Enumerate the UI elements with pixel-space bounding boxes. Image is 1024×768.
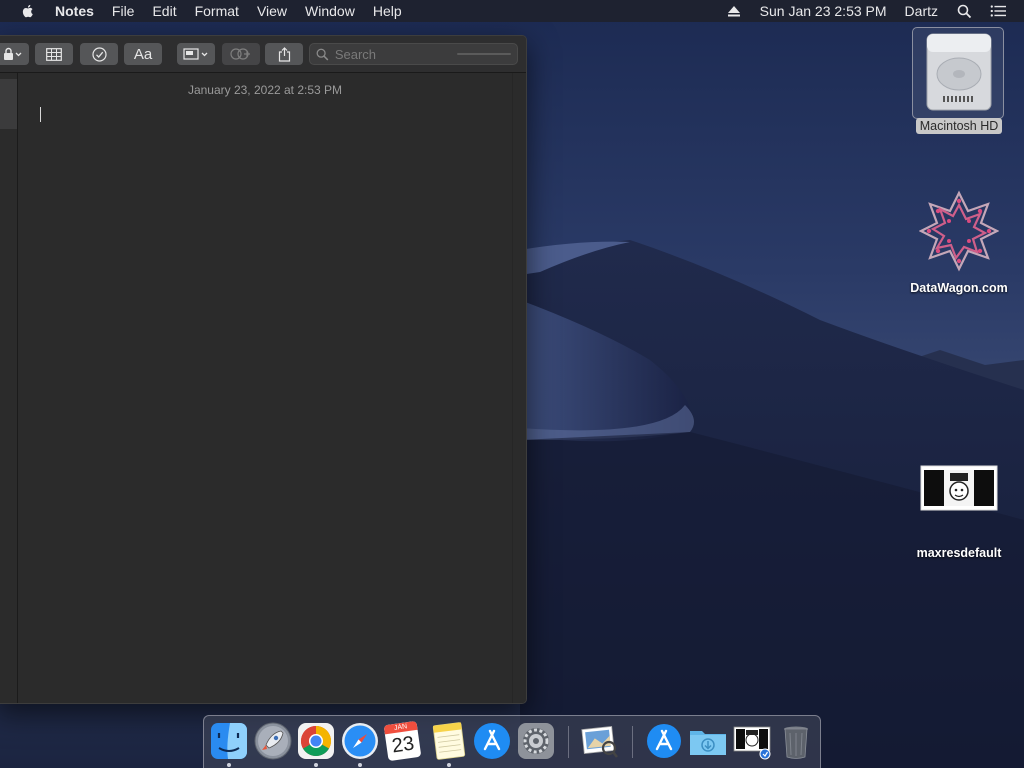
selected-note-row[interactable] bbox=[0, 79, 17, 129]
desktop-icon-label: Macintosh HD bbox=[915, 118, 1003, 134]
dock-trash[interactable] bbox=[776, 721, 816, 761]
calendar-day: 23 bbox=[390, 732, 416, 758]
note-editor[interactable]: January 23, 2022 at 2:53 PM bbox=[18, 73, 512, 703]
search-field-indicator bbox=[456, 53, 511, 55]
format-button[interactable]: Aa bbox=[124, 43, 162, 65]
table-icon bbox=[46, 47, 62, 61]
running-indicator bbox=[358, 763, 362, 767]
menu-view[interactable]: View bbox=[248, 0, 296, 22]
dock-app-store[interactable] bbox=[472, 721, 512, 761]
spotlight-search-icon[interactable] bbox=[956, 3, 972, 19]
notes-app-icon bbox=[432, 722, 466, 760]
calendar-icon: JAN 23 bbox=[383, 720, 422, 762]
desktop-icon-datawagon[interactable]: DataWagon.com bbox=[904, 188, 1014, 297]
search-icon bbox=[316, 48, 329, 60]
menu-help[interactable]: Help bbox=[364, 0, 411, 22]
dock-image-stack[interactable] bbox=[732, 721, 772, 761]
dock-system-preferences[interactable] bbox=[516, 721, 556, 761]
launchpad-rocket-icon bbox=[254, 722, 292, 760]
chrome-icon bbox=[298, 723, 334, 759]
lock-button[interactable] bbox=[0, 43, 29, 65]
gear-icon bbox=[518, 723, 554, 759]
dock-launchpad[interactable] bbox=[253, 721, 293, 761]
apple-menu-icon[interactable] bbox=[20, 3, 36, 19]
checklist-button[interactable] bbox=[80, 43, 118, 65]
desktop-icon-macintosh-hd[interactable]: Macintosh HD bbox=[904, 30, 1014, 135]
datawagon-logo-icon bbox=[918, 190, 1000, 272]
app-menu-notes[interactable]: Notes bbox=[46, 0, 103, 22]
finder-icon bbox=[211, 723, 247, 759]
checkmark-circle-icon bbox=[91, 46, 107, 62]
collaborate-button[interactable] bbox=[222, 43, 260, 65]
dock-calendar[interactable]: JAN 23 bbox=[383, 720, 423, 762]
desktop-icon-label: DataWagon.com bbox=[910, 281, 1008, 295]
desktop-icon-label: maxresdefault bbox=[916, 546, 1002, 560]
running-indicator bbox=[227, 763, 231, 767]
search-field[interactable] bbox=[309, 43, 518, 65]
image-stack-icon bbox=[733, 726, 771, 760]
notes-toolbar: Aa bbox=[0, 36, 526, 73]
menu-edit[interactable]: Edit bbox=[143, 0, 185, 22]
menu-format[interactable]: Format bbox=[186, 0, 248, 22]
app-store-icon bbox=[474, 723, 510, 759]
share-button[interactable] bbox=[265, 43, 303, 65]
dock-safari[interactable] bbox=[340, 721, 380, 761]
hard-drive-icon bbox=[926, 33, 992, 111]
dock-separator bbox=[568, 726, 569, 758]
text-caret bbox=[40, 107, 41, 122]
photo-icon bbox=[183, 48, 208, 60]
running-indicator bbox=[447, 763, 451, 767]
table-button[interactable] bbox=[35, 43, 73, 65]
menu-file[interactable]: File bbox=[103, 0, 144, 22]
dock: JAN 23 bbox=[203, 715, 821, 768]
desktop-icon-maxresdefault[interactable]: maxresdefault bbox=[904, 465, 1014, 562]
note-date: January 23, 2022 at 2:53 PM bbox=[187, 83, 343, 97]
format-button-label: Aa bbox=[133, 45, 153, 63]
preview-icon bbox=[581, 726, 619, 758]
menu-window[interactable]: Window bbox=[296, 0, 364, 22]
dock-preview[interactable] bbox=[580, 721, 620, 761]
image-thumbnail-icon bbox=[920, 465, 998, 511]
dock-downloads-folder[interactable] bbox=[688, 721, 728, 761]
add-people-icon bbox=[230, 48, 250, 60]
notification-center-icon[interactable] bbox=[990, 3, 1006, 19]
notes-window: Aa Search January 23, 2022 at 2:53 PM bbox=[0, 35, 527, 704]
running-indicator bbox=[314, 763, 318, 767]
menu-clock[interactable]: Sun Jan 23 2:53 PM bbox=[751, 0, 896, 22]
dock-separator bbox=[632, 726, 633, 758]
share-icon bbox=[278, 46, 290, 62]
media-button[interactable] bbox=[177, 43, 215, 65]
notes-list-pane[interactable] bbox=[0, 73, 18, 703]
safari-compass-icon bbox=[342, 723, 378, 759]
dock-notes[interactable] bbox=[429, 721, 469, 761]
menu-user[interactable]: Dartz bbox=[896, 0, 947, 22]
eject-icon[interactable] bbox=[726, 3, 742, 19]
dock-finder[interactable] bbox=[209, 721, 249, 761]
menu-bar: Notes File Edit Format View Window Help … bbox=[0, 0, 1024, 22]
dock-applications-stack[interactable] bbox=[644, 721, 684, 761]
lock-icon bbox=[4, 47, 22, 60]
trash-icon bbox=[784, 726, 808, 759]
downloads-folder-icon bbox=[690, 731, 726, 755]
dock-chrome[interactable] bbox=[296, 721, 336, 761]
search-input[interactable] bbox=[332, 45, 457, 63]
app-store-stack-icon bbox=[647, 724, 681, 758]
editor-scrollbar[interactable] bbox=[512, 73, 526, 703]
